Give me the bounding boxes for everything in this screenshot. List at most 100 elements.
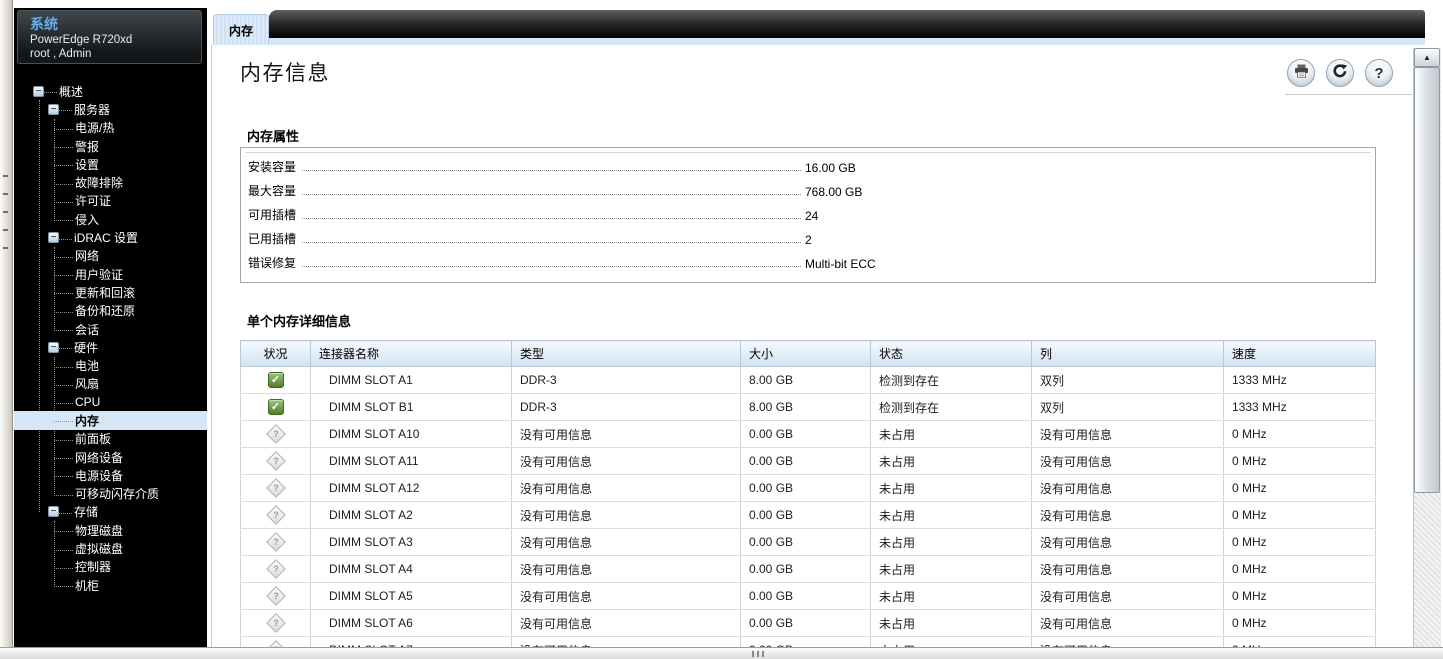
cell-connector: DIMM SLOT A10 bbox=[310, 420, 512, 448]
sidebar-item-电源设备[interactable]: 电源设备 bbox=[14, 466, 207, 484]
cell-type: 没有可用信息 bbox=[511, 474, 741, 502]
cell-speed: 0 MHz bbox=[1223, 528, 1376, 556]
cell-connector: DIMM SLOT A5 bbox=[310, 582, 512, 610]
cell-speed: 0 MHz bbox=[1223, 636, 1376, 647]
cell-type: 没有可用信息 bbox=[511, 609, 741, 637]
sidebar-item-电源/热[interactable]: 电源/热 bbox=[14, 119, 207, 137]
sidebar-item-更新和回滚[interactable]: 更新和回滚 bbox=[14, 283, 207, 301]
cell-type: 没有可用信息 bbox=[511, 582, 741, 610]
sidebar-item-控制器[interactable]: 控制器 bbox=[14, 558, 207, 576]
sidebar-item-许可证[interactable]: 许可证 bbox=[14, 192, 207, 210]
toolbar-divider bbox=[1285, 94, 1412, 95]
tab-memory[interactable]: 内存 bbox=[213, 14, 269, 45]
cell-speed: 1333 MHz bbox=[1223, 393, 1376, 421]
sidebar-item-服务器[interactable]: 服务器 bbox=[14, 100, 207, 118]
sidebar-item-label: 设置 bbox=[75, 157, 100, 172]
status-cell bbox=[240, 609, 311, 637]
sidebar-item-网络设备[interactable]: 网络设备 bbox=[14, 448, 207, 466]
details-table: 状况连接器名称类型大小状态列速度 DIMM SLOT A1DDR-38.00 G… bbox=[240, 340, 1376, 647]
table-row: DIMM SLOT A11没有可用信息0.00 GB未占用没有可用信息0 MHz bbox=[240, 447, 1376, 475]
sidebar-item-概述[interactable]: 概述 bbox=[14, 82, 207, 100]
sidebar-item-label: 更新和回滚 bbox=[75, 285, 136, 300]
content-frame-border bbox=[211, 45, 212, 647]
attribute-label: 最大容量 bbox=[248, 184, 297, 198]
cell-size: 0.00 GB bbox=[740, 609, 871, 637]
attribute-label: 安装容量 bbox=[248, 160, 297, 174]
sidebar-item-备份和还原[interactable]: 备份和还原 bbox=[14, 302, 207, 320]
horizontal-scrollbar[interactable] bbox=[0, 647, 1443, 659]
tree-connector bbox=[54, 292, 73, 295]
tree-connector bbox=[54, 494, 73, 496]
page-title: 内存信息 bbox=[240, 62, 330, 85]
help-icon bbox=[1374, 65, 1383, 82]
refresh-button[interactable] bbox=[1326, 59, 1354, 87]
logged-in-user: root , Admin bbox=[30, 48, 92, 60]
sidebar-item-设置[interactable]: 设置 bbox=[14, 155, 207, 173]
collapse-icon[interactable] bbox=[48, 506, 59, 518]
sidebar-item-label: 电源设备 bbox=[75, 468, 124, 483]
cell-speed: 0 MHz bbox=[1223, 420, 1376, 448]
splitter-grip bbox=[3, 193, 8, 195]
attribute-value: 24 bbox=[805, 209, 819, 223]
tab-bar bbox=[269, 10, 1425, 38]
sidebar-item-故障排除[interactable]: 故障排除 bbox=[14, 173, 207, 191]
frame-splitter[interactable] bbox=[0, 0, 13, 659]
scroll-up-button[interactable] bbox=[1414, 48, 1440, 67]
sidebar-item-内存[interactable]: 内存 bbox=[14, 411, 207, 430]
help-button[interactable] bbox=[1365, 59, 1393, 87]
cell-connector: DIMM SLOT A3 bbox=[310, 528, 512, 556]
cell-type: 没有可用信息 bbox=[511, 501, 741, 529]
sidebar-item-网络[interactable]: 网络 bbox=[14, 247, 207, 265]
splitter-grip bbox=[3, 229, 8, 231]
splitter-grip bbox=[3, 247, 8, 249]
sidebar-item-前面板[interactable]: 前面板 bbox=[14, 430, 207, 448]
cell-type: DDR-3 bbox=[511, 393, 741, 421]
sidebar-item-物理磁盘[interactable]: 物理磁盘 bbox=[14, 521, 207, 539]
sidebar-tree: 概述服务器电源/热警报设置故障排除许可证侵入 iDRAC 设置网络用户验证更新和回… bbox=[14, 82, 207, 594]
collapse-icon[interactable] bbox=[48, 103, 59, 115]
status-cell bbox=[240, 447, 311, 475]
sidebar-item-侵入[interactable]: 侵入 bbox=[14, 210, 207, 228]
cell-rank: 没有可用信息 bbox=[1031, 528, 1224, 556]
status-cell bbox=[240, 474, 311, 502]
sidebar-item-存储[interactable]: 存储 bbox=[14, 503, 207, 521]
cell-type: DDR-3 bbox=[511, 366, 741, 394]
sidebar-item-会话[interactable]: 会话 bbox=[14, 320, 207, 338]
sidebar-item-硬件[interactable]: 硬件 bbox=[14, 338, 207, 356]
sidebar-item-风扇[interactable]: 风扇 bbox=[14, 375, 207, 393]
attribute-row: 可用插槽 24 bbox=[248, 202, 1368, 226]
print-button[interactable] bbox=[1287, 59, 1315, 87]
tree-connector bbox=[54, 311, 73, 313]
attribute-row: 已用插槽 2 bbox=[248, 226, 1368, 250]
sidebar-item-CPU[interactable]: CPU bbox=[14, 393, 207, 411]
sidebar-item-机柜[interactable]: 机柜 bbox=[14, 576, 207, 594]
dotted-leader bbox=[302, 242, 801, 243]
sidebar-item-label: 警报 bbox=[75, 139, 100, 154]
cell-rank: 没有可用信息 bbox=[1031, 447, 1224, 475]
attribute-value: Multi-bit ECC bbox=[805, 257, 876, 271]
server-model: PowerEdge R720xd bbox=[30, 34, 133, 46]
sidebar-item-警报[interactable]: 警报 bbox=[14, 137, 207, 155]
status-unknown-icon bbox=[265, 532, 286, 553]
sidebar-item-label: 前面板 bbox=[75, 432, 112, 447]
sidebar-item-label: 控制器 bbox=[75, 560, 112, 575]
cell-state: 未占用 bbox=[870, 501, 1032, 529]
table-row: DIMM SLOT A2没有可用信息0.00 GB未占用没有可用信息0 MHz bbox=[240, 501, 1376, 529]
sidebar-item-可移动闪存介质[interactable]: 可移动闪存介质 bbox=[14, 485, 207, 503]
sidebar-item-iDRAC 设置[interactable]: iDRAC 设置 bbox=[14, 228, 207, 246]
scrollbar-thumb[interactable] bbox=[1414, 67, 1440, 493]
collapse-icon[interactable] bbox=[48, 232, 59, 244]
tree-connector bbox=[54, 439, 73, 441]
attributes-heading: 内存属性 bbox=[247, 129, 300, 144]
table-row: DIMM SLOT A12没有可用信息0.00 GB未占用没有可用信息0 MHz bbox=[240, 474, 1376, 502]
sidebar-item-label: CPU bbox=[75, 395, 101, 410]
collapse-icon[interactable] bbox=[33, 85, 44, 97]
sidebar-item-虚拟磁盘[interactable]: 虚拟磁盘 bbox=[14, 539, 207, 557]
collapse-icon[interactable] bbox=[48, 341, 59, 353]
attribute-value: 16.00 GB bbox=[805, 161, 856, 175]
column-header: 状态 bbox=[870, 340, 1032, 367]
sidebar-item-电池[interactable]: 电池 bbox=[14, 356, 207, 374]
sidebar-item-用户验证[interactable]: 用户验证 bbox=[14, 265, 207, 283]
cell-type: 没有可用信息 bbox=[511, 528, 741, 556]
sidebar-item-label: 虚拟磁盘 bbox=[75, 542, 124, 557]
